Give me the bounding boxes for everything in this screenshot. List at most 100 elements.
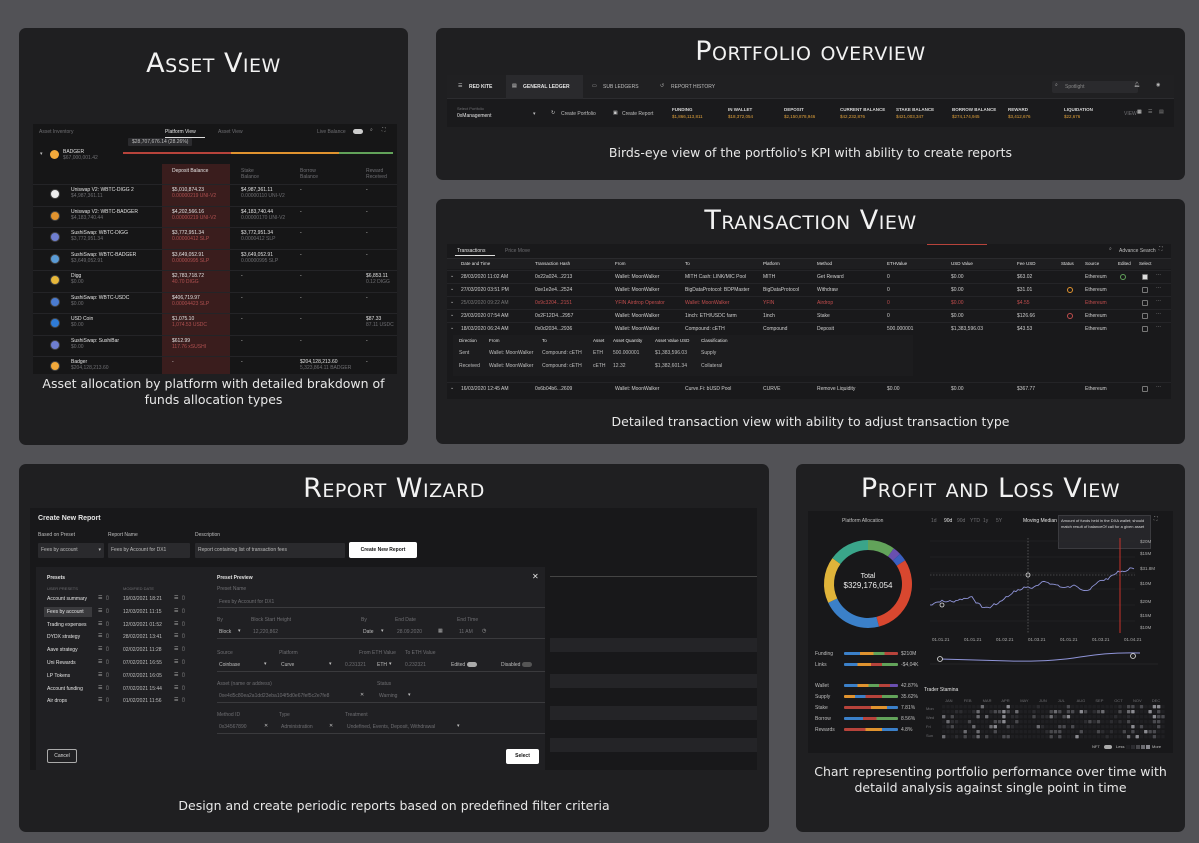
heatmap-cell[interactable] <box>980 720 985 724</box>
expand-chevron-icon[interactable]: ⌄ <box>450 286 454 292</box>
heatmap-cell[interactable] <box>1079 725 1083 729</box>
heatmap-cell[interactable] <box>1139 705 1144 709</box>
heatmap-cell[interactable] <box>1101 715 1105 719</box>
block-input[interactable]: 12,220,862 <box>253 629 278 635</box>
edit-icon[interactable]: ☰ <box>98 659 102 665</box>
create-portfolio-button[interactable]: Create Portfolio <box>561 111 596 117</box>
delete-icon[interactable]: ▯ <box>182 595 185 601</box>
heatmap-cell[interactable] <box>1101 725 1105 729</box>
heatmap-cell[interactable] <box>1053 710 1058 714</box>
heatmap-cell[interactable] <box>1126 725 1131 729</box>
live-balance-toggle[interactable] <box>353 129 363 134</box>
edited-toggle[interactable] <box>467 662 477 667</box>
expand-chevron-icon[interactable]: ▾ <box>40 151 43 157</box>
heatmap-cell[interactable] <box>1109 710 1114 714</box>
heatmap-cell[interactable] <box>1105 735 1109 739</box>
column-header[interactable]: Source <box>1085 261 1099 266</box>
more-icon[interactable]: ⋯ <box>1156 272 1161 278</box>
delete-icon[interactable]: ▯ <box>106 685 109 691</box>
expand-icon[interactable]: ⛶ <box>382 127 386 133</box>
heatmap-cell[interactable] <box>954 715 959 719</box>
heatmap-cell[interactable] <box>1122 730 1126 734</box>
close-icon[interactable]: ✕ <box>532 572 539 581</box>
select-checkbox[interactable] <box>1142 274 1148 280</box>
heatmap-cell[interactable] <box>1118 730 1122 734</box>
delete-icon[interactable]: ▯ <box>106 608 109 614</box>
preset-name[interactable]: Trading expenses <box>47 622 87 628</box>
heatmap-cell[interactable] <box>1032 735 1036 739</box>
heatmap-cell[interactable] <box>1066 705 1071 709</box>
heatmap-cell[interactable] <box>950 725 954 729</box>
heatmap-cell[interactable] <box>1028 720 1032 724</box>
heatmap-cell[interactable] <box>985 725 989 729</box>
heatmap-cell[interactable] <box>1096 705 1101 709</box>
edit-icon[interactable]: ☰ <box>174 595 178 601</box>
heatmap-cell[interactable] <box>1023 730 1028 734</box>
edit-icon[interactable]: ☰ <box>174 672 178 678</box>
heatmap-cell[interactable] <box>1079 715 1083 719</box>
column-header[interactable]: Fee USD <box>1017 261 1036 266</box>
heatmap-cell[interactable] <box>1028 725 1032 729</box>
heatmap-cell[interactable] <box>972 710 976 714</box>
heatmap-cell[interactable] <box>1083 720 1088 724</box>
heatmap-cell[interactable] <box>946 705 950 709</box>
heatmap-cell[interactable] <box>1088 705 1092 709</box>
heatmap-cell[interactable] <box>1010 715 1015 719</box>
heatmap-cell[interactable] <box>1053 730 1058 734</box>
heatmap-cell[interactable] <box>1045 730 1049 734</box>
heatmap-cell[interactable] <box>980 735 985 739</box>
heatmap-cell[interactable] <box>1075 720 1079 724</box>
heatmap-cell[interactable] <box>1019 710 1023 714</box>
heatmap-cell[interactable] <box>1023 725 1028 729</box>
heatmap-cell[interactable] <box>993 735 997 739</box>
delete-icon[interactable]: ▯ <box>182 697 185 703</box>
heatmap-cell[interactable] <box>1092 715 1096 719</box>
preset-select[interactable]: Fees by account ▾ <box>38 543 104 558</box>
heatmap-cell[interactable] <box>1118 715 1122 719</box>
heatmap-cell[interactable] <box>942 715 946 719</box>
heatmap-cell[interactable] <box>1036 715 1040 719</box>
to-eth-input[interactable]: 0.232321 <box>405 662 426 668</box>
heatmap-cell[interactable] <box>1157 720 1161 724</box>
column-header[interactable]: ETHValue <box>887 261 907 266</box>
heatmap-cell[interactable] <box>985 720 989 724</box>
heatmap-cell[interactable] <box>942 705 946 709</box>
heatmap-cell[interactable] <box>1062 705 1066 709</box>
col-borrow[interactable]: Borrow Balance <box>300 168 330 180</box>
heatmap-cell[interactable] <box>1019 705 1023 709</box>
heatmap-cell[interactable] <box>1062 715 1066 719</box>
more-icon[interactable]: ⋯ <box>1156 324 1161 330</box>
edit-icon[interactable]: ☰ <box>174 685 178 691</box>
heatmap-cell[interactable] <box>1083 730 1088 734</box>
heatmap-cell[interactable] <box>1109 725 1114 729</box>
preset-name[interactable]: Aave strategy <box>47 647 78 653</box>
heatmap-cell[interactable] <box>1079 710 1083 714</box>
advanced-search-icon[interactable]: ⌕ <box>1109 246 1112 252</box>
column-header[interactable]: From <box>615 261 626 266</box>
edit-icon[interactable]: ☰ <box>98 697 102 703</box>
heatmap-cell[interactable] <box>1161 705 1165 709</box>
heatmap-cell[interactable] <box>1139 710 1144 714</box>
edit-icon[interactable]: ☰ <box>98 595 102 601</box>
delete-icon[interactable]: ▯ <box>106 633 109 639</box>
heatmap-cell[interactable] <box>989 705 993 709</box>
heatmap-cell[interactable] <box>1131 715 1135 719</box>
disabled-toggle[interactable] <box>522 662 532 667</box>
tab-transactions[interactable]: Transactions <box>457 248 485 254</box>
heatmap-cell[interactable] <box>1088 715 1092 719</box>
heatmap-cell[interactable] <box>1144 735 1148 739</box>
heatmap-cell[interactable] <box>1071 725 1075 729</box>
edit-icon[interactable]: ☰ <box>98 633 102 639</box>
column-header[interactable]: Status <box>1061 261 1074 266</box>
heatmap-cell[interactable] <box>1053 735 1058 739</box>
heatmap-cell[interactable] <box>1023 710 1028 714</box>
heatmap-cell[interactable] <box>959 715 963 719</box>
heatmap-cell[interactable] <box>1139 735 1144 739</box>
column-header[interactable]: To <box>685 261 690 266</box>
heatmap-cell[interactable] <box>1096 720 1101 724</box>
heatmap-cell[interactable] <box>946 735 950 739</box>
range-option[interactable]: YTD <box>970 518 980 524</box>
heatmap-cell[interactable] <box>1152 725 1157 729</box>
delete-icon[interactable]: ▯ <box>106 646 109 652</box>
heatmap-cell[interactable] <box>1161 710 1165 714</box>
